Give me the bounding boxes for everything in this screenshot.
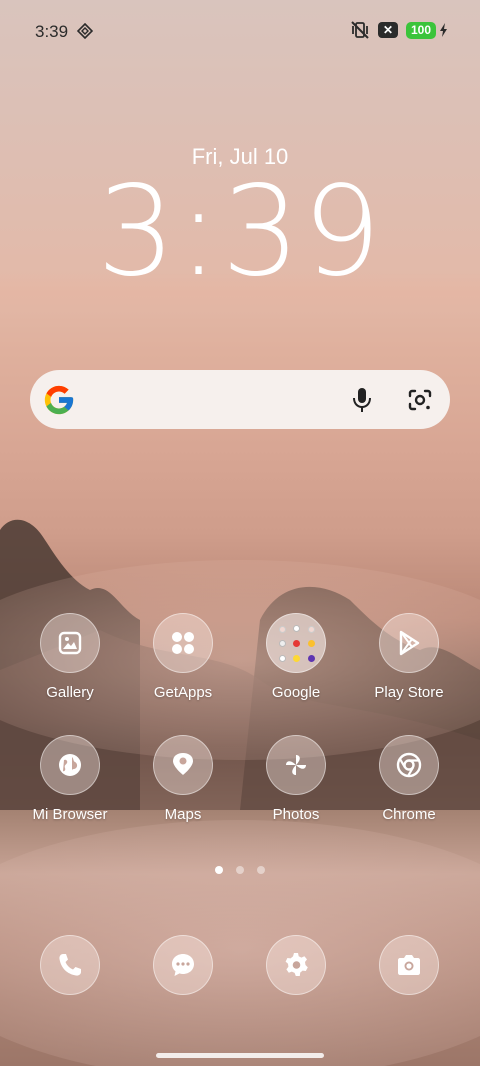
app-label: GetApps — [153, 684, 213, 701]
app-photos[interactable]: Photos — [241, 735, 351, 823]
voice-search-icon[interactable] — [350, 387, 374, 413]
app-maps[interactable]: Maps — [128, 735, 238, 823]
grid-icon — [153, 613, 213, 673]
play-store-icon — [379, 613, 439, 673]
page-indicator — [0, 866, 480, 874]
app-label: Maps — [164, 806, 202, 823]
app-label: Play Store — [374, 684, 444, 701]
google-search-bar[interactable] — [30, 370, 450, 429]
app-mi-browser[interactable]: Mi Browser — [15, 735, 125, 823]
map-pin-icon — [153, 735, 213, 795]
globe-icon — [40, 735, 100, 795]
app-chrome[interactable]: Chrome — [354, 735, 464, 823]
charging-icon — [440, 23, 447, 37]
app-label: Photos — [272, 806, 320, 823]
camera-icon — [379, 935, 439, 995]
phone-icon — [40, 935, 100, 995]
google-logo-icon — [44, 385, 74, 415]
clock-widget-time[interactable]: 3:39 — [0, 170, 480, 294]
app-label: Google — [271, 684, 321, 701]
pinwheel-icon — [266, 735, 326, 795]
dock-camera[interactable] — [379, 935, 439, 995]
status-bar: 3:39 ✕ 100 — [0, 0, 480, 62]
app-play-store[interactable]: Play Store — [354, 613, 464, 701]
dock-settings[interactable] — [266, 935, 326, 995]
app-gallery[interactable]: Gallery — [15, 613, 125, 701]
page-dot-1[interactable] — [215, 866, 223, 874]
folder-icon — [266, 613, 326, 673]
status-time: 3:39 — [35, 22, 69, 41]
settings-icon — [266, 935, 326, 995]
lens-camera-icon[interactable] — [407, 387, 433, 413]
dock-phone[interactable] — [40, 935, 100, 995]
app-label: Mi Browser — [32, 806, 108, 823]
dock-messages[interactable] — [153, 935, 213, 995]
gesture-nav-handle[interactable] — [156, 1053, 324, 1058]
app-getapps[interactable]: GetApps — [128, 613, 238, 701]
no-sim-icon: ✕ — [377, 22, 398, 38]
gallery-icon — [40, 613, 100, 673]
chrome-icon — [379, 735, 439, 795]
app-google-folder[interactable]: Google — [241, 613, 351, 701]
vibrate-off-icon — [351, 21, 369, 39]
page-dot-2[interactable] — [236, 866, 244, 874]
app-label: Chrome — [382, 806, 436, 823]
page-dot-3[interactable] — [257, 866, 265, 874]
messages-icon — [153, 935, 213, 995]
battery-badge: 100 — [405, 21, 436, 39]
app-label: Gallery — [46, 684, 94, 701]
sync-icon — [77, 23, 93, 39]
